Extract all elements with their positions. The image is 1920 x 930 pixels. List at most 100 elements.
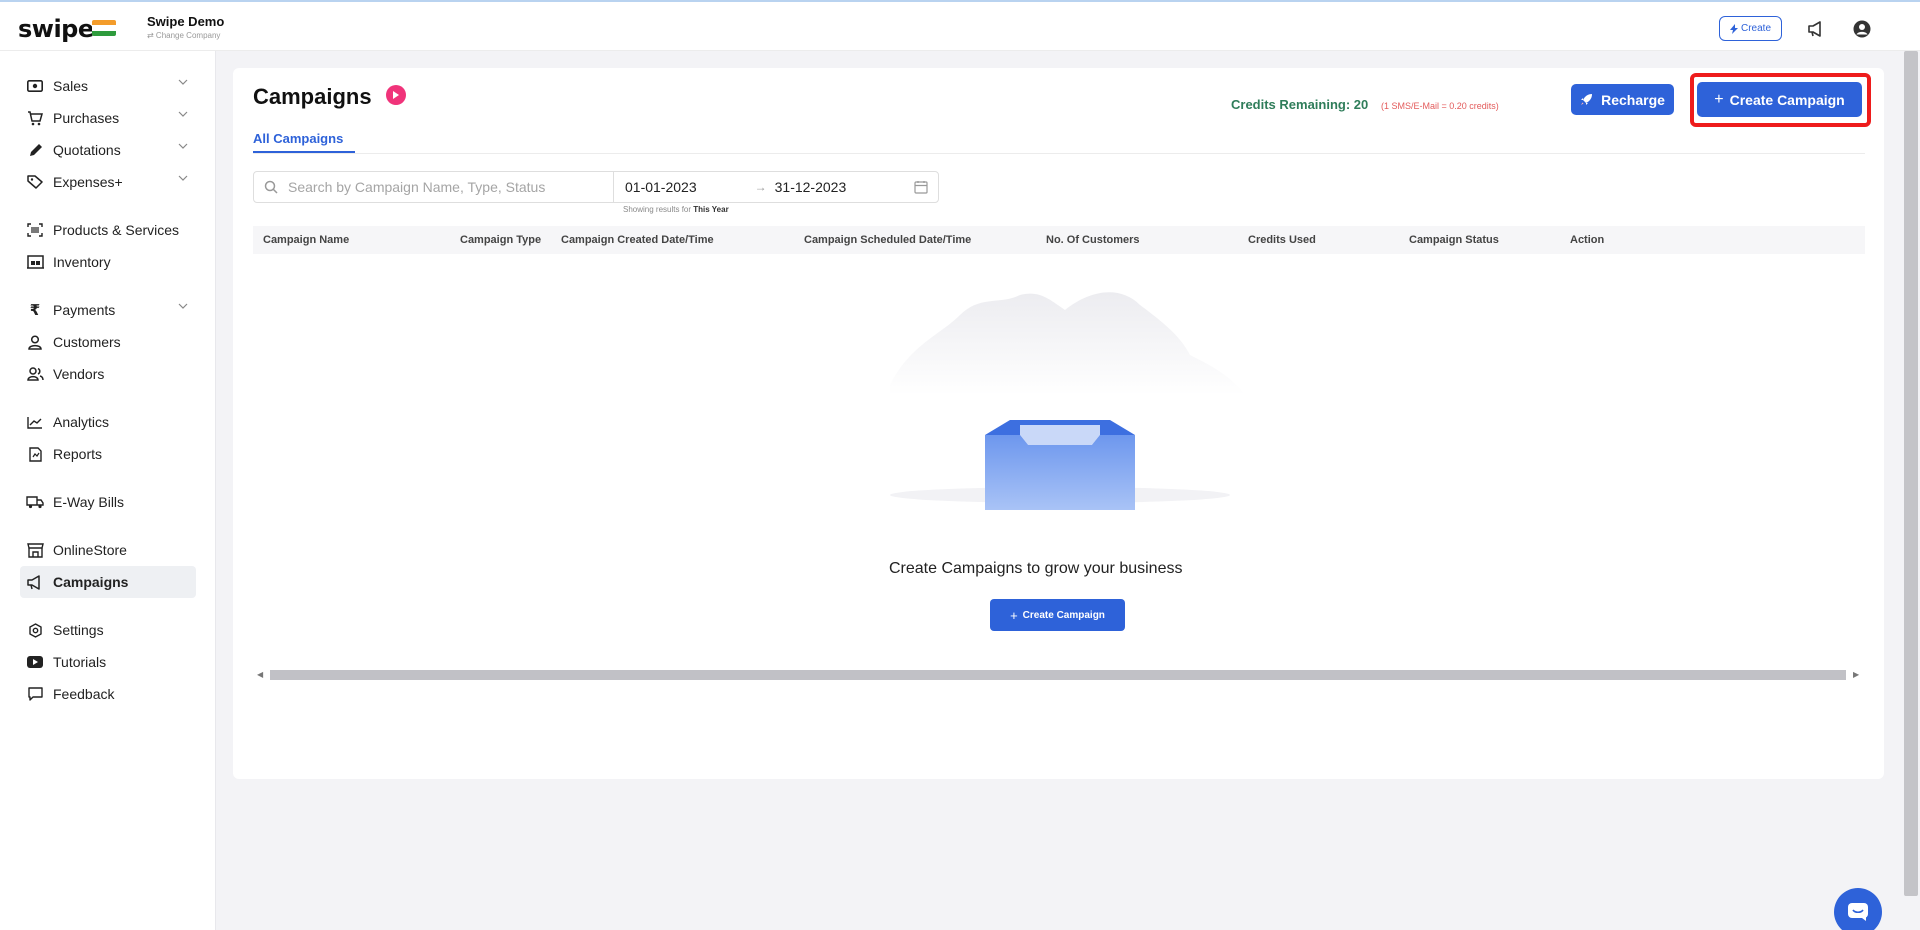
tag-icon bbox=[26, 173, 44, 191]
sidebar-item-eway-bills[interactable]: E-Way Bills bbox=[20, 486, 196, 518]
table-header: Campaign Name Campaign Type Campaign Cre… bbox=[253, 226, 1865, 254]
india-flag-icon bbox=[92, 20, 116, 36]
tabs-divider bbox=[253, 153, 1865, 154]
date-range-picker[interactable]: 01-01-2023 → 31-12-2023 bbox=[613, 171, 939, 203]
sidebar-item-tutorials[interactable]: Tutorials bbox=[20, 646, 196, 678]
change-company-link[interactable]: ⇄ Change Company bbox=[147, 31, 224, 40]
table-horizontal-scrollbar[interactable]: ◀ ▶ bbox=[253, 668, 1865, 682]
sidebar-item-expenses[interactable]: Expenses+ bbox=[20, 166, 196, 198]
page-vertical-scrollbar[interactable] bbox=[1904, 51, 1918, 896]
sidebar-item-quotations[interactable]: Quotations bbox=[20, 134, 196, 166]
column-header: Campaign Type bbox=[460, 234, 542, 246]
create-campaign-label: Create Campaign bbox=[1729, 91, 1845, 108]
sidebar-item-label: Payments bbox=[53, 302, 116, 318]
cart-icon bbox=[26, 109, 44, 127]
column-header: No. Of Customers bbox=[1046, 234, 1140, 246]
sidebar-item-inventory[interactable]: Inventory bbox=[20, 246, 196, 278]
chat-support-button[interactable] bbox=[1834, 888, 1882, 930]
sidebar-item-analytics[interactable]: Analytics bbox=[20, 406, 196, 438]
column-header: Campaign Status bbox=[1409, 234, 1499, 246]
page-title: Campaigns bbox=[253, 84, 372, 109]
store-icon bbox=[26, 541, 44, 559]
megaphone-icon bbox=[26, 573, 44, 591]
active-tab-indicator bbox=[253, 151, 355, 153]
sidebar-item-label: Sales bbox=[53, 78, 89, 94]
sidebar-item-label: Customers bbox=[53, 334, 121, 350]
empty-create-campaign-label: Create Campaign bbox=[1022, 609, 1105, 621]
chevron-down-icon bbox=[178, 175, 188, 181]
scroll-left-icon[interactable]: ◀ bbox=[257, 670, 263, 679]
company-name: Swipe Demo bbox=[147, 14, 225, 29]
sidebar-item-reports[interactable]: Reports bbox=[20, 438, 196, 470]
column-header: Credits Used bbox=[1248, 234, 1316, 246]
sidebar-item-online-store[interactable]: OnlineStore bbox=[20, 534, 196, 566]
sidebar-item-sales[interactable]: Sales bbox=[20, 70, 196, 102]
sidebar-item-customers[interactable]: Customers bbox=[20, 326, 196, 358]
showing-value: This Year bbox=[693, 205, 729, 214]
scroll-right-icon[interactable]: ▶ bbox=[1853, 670, 1859, 679]
credits-remaining: Credits Remaining: 20 bbox=[1231, 97, 1369, 112]
credits-note: (1 SMS/E-Mail = 0.20 credits) bbox=[1381, 101, 1499, 111]
sidebar-item-payments[interactable]: ₹ Payments bbox=[20, 294, 196, 326]
cash-icon bbox=[26, 77, 44, 95]
sidebar-item-campaigns[interactable]: Campaigns bbox=[20, 566, 196, 598]
sidebar-item-label: Campaigns bbox=[53, 574, 129, 590]
date-from[interactable]: 01-01-2023 bbox=[625, 179, 697, 195]
truck-icon bbox=[26, 493, 44, 511]
empty-create-campaign-button[interactable]: + Create Campaign bbox=[990, 599, 1125, 631]
lightning-icon bbox=[1729, 23, 1738, 34]
column-header: Action bbox=[1570, 234, 1605, 246]
sidebar-item-settings[interactable]: Settings bbox=[20, 614, 196, 646]
top-create-label: Create bbox=[1740, 23, 1771, 34]
warehouse-icon bbox=[26, 253, 44, 271]
sidebar-item-purchases[interactable]: Purchases bbox=[20, 102, 196, 134]
top-create-button[interactable]: Create bbox=[1719, 16, 1782, 41]
company-switcher[interactable]: Swipe Demo ⇄ Change Company bbox=[147, 14, 224, 40]
column-header: Campaign Created Date/Time bbox=[561, 234, 714, 246]
sidebar-item-label: Quotations bbox=[53, 142, 121, 158]
tab-all-campaigns[interactable]: All Campaigns bbox=[253, 131, 343, 146]
pen-icon bbox=[26, 141, 44, 159]
play-video-icon[interactable] bbox=[386, 85, 406, 105]
search-box[interactable] bbox=[253, 171, 614, 203]
sidebar-item-label: Expenses+ bbox=[53, 174, 123, 190]
comment-icon bbox=[26, 685, 44, 703]
calendar-icon[interactable] bbox=[914, 180, 928, 194]
top-bar: swipe Swipe Demo ⇄ Change Company Create bbox=[0, 0, 1920, 51]
sidebar-item-label: Feedback bbox=[53, 686, 115, 702]
chevron-down-icon bbox=[178, 143, 188, 149]
column-header: Campaign Scheduled Date/Time bbox=[804, 234, 972, 246]
chevron-down-icon bbox=[178, 111, 188, 117]
sidebar-item-label: Tutorials bbox=[53, 654, 107, 670]
sidebar-item-label: OnlineStore bbox=[53, 542, 127, 558]
sidebar-item-label: Inventory bbox=[53, 254, 111, 270]
empty-state-text: Create Campaigns to grow your business bbox=[889, 560, 1183, 577]
recharge-label: Recharge bbox=[1601, 91, 1665, 108]
date-to[interactable]: 31-12-2023 bbox=[775, 179, 847, 195]
empty-state-illustration bbox=[890, 292, 1245, 510]
rocket-icon bbox=[1581, 94, 1593, 105]
plus-icon: + bbox=[1010, 607, 1018, 623]
recharge-button[interactable]: Recharge bbox=[1571, 84, 1674, 115]
swipe-logo[interactable]: swipe bbox=[18, 15, 94, 43]
plus-icon: + bbox=[1714, 90, 1724, 108]
sidebar-item-label: Products & Services bbox=[53, 222, 180, 238]
create-campaign-button[interactable]: + Create Campaign bbox=[1697, 82, 1862, 117]
youtube-icon bbox=[26, 653, 44, 671]
sidebar-item-products-services[interactable]: Products & Services bbox=[20, 214, 196, 246]
search-input[interactable] bbox=[288, 179, 578, 195]
date-range-hint: Showing results for This Year bbox=[623, 205, 729, 214]
sidebar-item-label: Reports bbox=[53, 446, 103, 462]
sidebar-item-vendors[interactable]: Vendors bbox=[20, 358, 196, 390]
user-avatar-icon[interactable] bbox=[1851, 18, 1873, 40]
sidebar-item-label: Analytics bbox=[53, 414, 110, 430]
sidebar-item-feedback[interactable]: Feedback bbox=[20, 678, 196, 710]
sidebar-item-label: Settings bbox=[53, 622, 104, 638]
settings-icon bbox=[26, 621, 44, 639]
megaphone-icon[interactable] bbox=[1805, 18, 1827, 40]
search-icon bbox=[264, 180, 278, 194]
scrollbar-thumb[interactable] bbox=[270, 670, 1846, 680]
user-icon bbox=[26, 333, 44, 351]
arrow-right-icon: → bbox=[754, 180, 767, 194]
users-icon bbox=[26, 365, 44, 383]
